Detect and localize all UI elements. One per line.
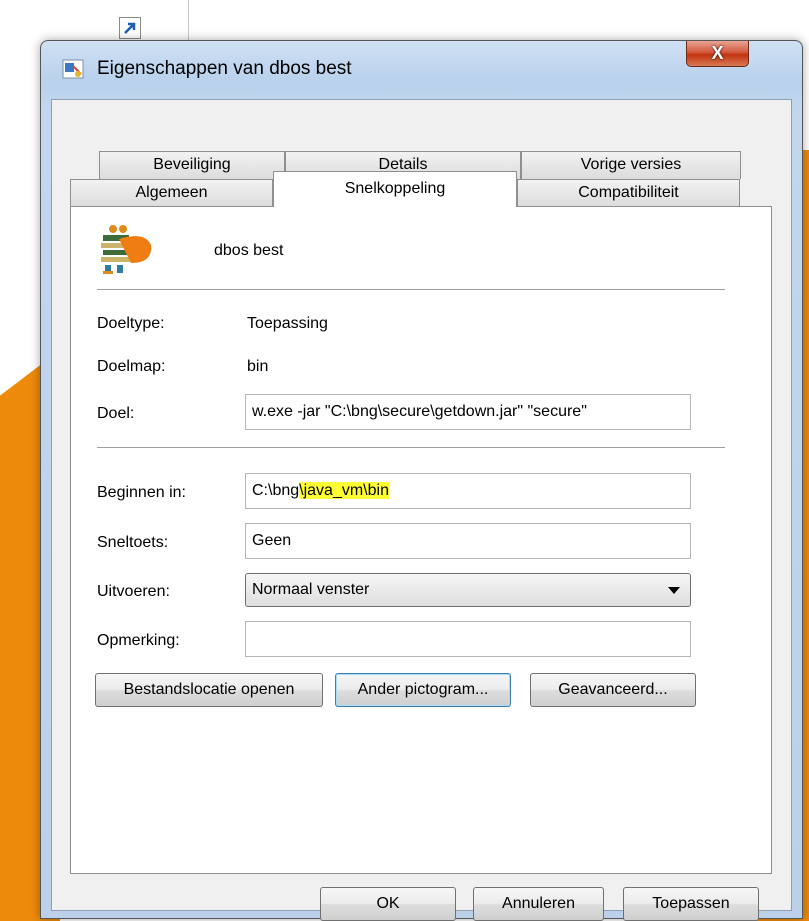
change-icon-button[interactable]: Ander pictogram... xyxy=(335,673,511,707)
beginnen-in-prefix: C:\bng xyxy=(252,482,300,499)
doel-input[interactable]: w.exe -jar "C:\bng\secure\getdown.jar" "… xyxy=(245,394,691,430)
doeltype-label: Doeltype: xyxy=(97,315,165,332)
shortcut-arrow-icon xyxy=(119,17,141,39)
doelmap-label: Doelmap: xyxy=(97,358,166,375)
cancel-button[interactable]: Annuleren xyxy=(473,887,604,921)
ok-button[interactable]: OK xyxy=(320,887,456,921)
separator-middle xyxy=(97,447,725,448)
uitvoeren-label: Uitvoeren: xyxy=(97,583,170,600)
window-title: Eigenschappen van dbos best xyxy=(97,58,352,79)
doel-label: Doel: xyxy=(97,405,135,422)
beginnen-in-highlight: \java_vm\bin xyxy=(299,482,389,499)
uitvoeren-select[interactable]: Normaal venster xyxy=(245,573,691,607)
close-button[interactable]: X xyxy=(686,41,749,67)
application-icon xyxy=(97,223,161,279)
beginnen-in-input[interactable]: C:\bng\java_vm\bin xyxy=(245,473,691,509)
properties-window: Eigenschappen van dbos best X Beveiligin… xyxy=(40,40,803,921)
shortcut-properties-icon xyxy=(61,56,87,82)
opmerking-label: Opmerking: xyxy=(97,632,180,649)
advanced-button[interactable]: Geavanceerd... xyxy=(530,673,696,707)
uitvoeren-selected-value: Normaal venster xyxy=(252,581,370,598)
tab-beveiliging[interactable]: Beveiliging xyxy=(99,151,285,179)
sneltoets-label: Sneltoets: xyxy=(97,534,169,551)
title-bar: Eigenschappen van dbos best X xyxy=(41,41,802,99)
doelmap-value: bin xyxy=(247,358,269,375)
open-file-location-button[interactable]: Bestandslocatie openen xyxy=(95,673,323,707)
shortcut-tab-panel: dbos best Doeltype: Toepassing Doelmap: … xyxy=(70,206,772,874)
tab-vorige-versies[interactable]: Vorige versies xyxy=(521,151,741,179)
desktop-divider xyxy=(188,0,189,40)
shortcut-name: dbos best xyxy=(214,242,284,259)
chevron-down-icon xyxy=(668,587,680,594)
separator-top xyxy=(97,289,725,290)
tab-compatibiliteit[interactable]: Compatibiliteit xyxy=(517,179,740,207)
tab-snelkoppeling[interactable]: Snelkoppeling xyxy=(273,171,517,207)
beginnen-in-label: Beginnen in: xyxy=(97,484,186,501)
doeltype-value: Toepassing xyxy=(247,315,328,332)
opmerking-input[interactable] xyxy=(245,621,691,657)
apply-button[interactable]: Toepassen xyxy=(623,887,759,921)
sneltoets-input[interactable]: Geen xyxy=(245,523,691,559)
tab-algemeen[interactable]: Algemeen xyxy=(70,179,273,207)
dialog-client-area: Beveiliging Details Vorige versies Algem… xyxy=(51,99,792,921)
